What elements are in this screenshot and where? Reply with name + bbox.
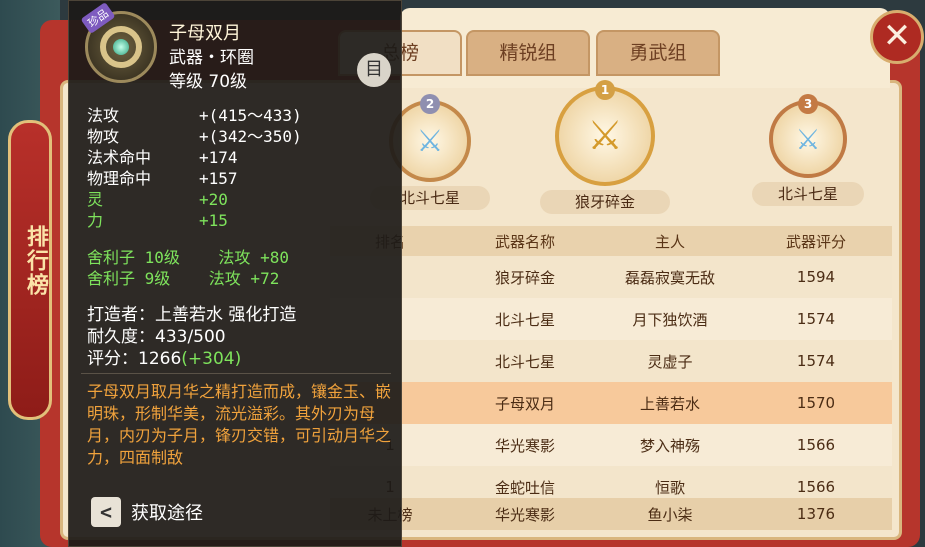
row-owner: 鱼小柒 [647,505,693,524]
gem-line: 舍利子 9级 法攻 +72 [87,269,280,288]
header-weapon: 武器名称 [494,232,555,251]
gem-line: 舍利子 10级 法攻 +80 [87,248,289,267]
stat-label: 法术命中 [87,148,152,167]
row-weapon: 子母双月 [494,394,555,413]
get-source-button[interactable]: < 获取途径 [91,497,203,527]
stat-line: 法术命中 +174 [87,147,302,168]
row-owner: 月下独饮酒 [632,310,708,329]
stat-label: 法攻 [87,106,120,125]
row-owner: 灵虚子 [647,352,693,371]
row-score: 1574 [796,352,836,370]
row-weapon: 华光寒影 [494,505,555,524]
tab-brave[interactable]: 勇武组 [596,30,720,76]
score-label: 评分：1266 [87,349,182,369]
side-title: 排行榜 [23,225,48,297]
header-owner: 主人 [654,232,685,251]
table-row-selected[interactable]: 子母双月 上善若水 1570 [330,382,892,424]
gem-icon [113,39,129,55]
get-source-label: 获取途径 [131,503,203,524]
ranking-table: 排名 武器名称 主人 武器评分 狼牙碎金 磊磊寂寞无敌 1594 北斗七星 月下… [330,226,892,536]
rank-badge: 3 [798,94,818,114]
item-name: 子母双月 [169,23,241,44]
table-row[interactable]: 北斗七星 月下独饮酒 1574 [330,298,892,340]
stat-value: +174 [199,148,238,167]
header-score: 武器评分 [785,232,846,251]
row-owner: 上善若水 [639,394,700,413]
rank-badge: 1 [595,80,615,100]
stat-line: 物理命中 +157 [87,168,302,189]
stat-value: +20 [199,190,228,209]
item-tooltip: 珍品 子母双月 武器・环圈 等级 70级 目 法攻 +(415～433) 物攻 … [68,0,402,547]
row-score: 1574 [796,310,836,328]
crafter: 打造者：上善若水 强化打造 [87,305,297,325]
sword-icon: ⚔ [795,122,821,156]
item-level: 等级 70级 [169,72,248,92]
stat-value: +(342～350) [199,127,302,146]
self-rank-row[interactable]: 未上榜 华光寒影 鱼小柒 1376 [330,498,892,530]
stat-label: 物理命中 [87,169,152,188]
row-owner: 磊磊寂寞无敌 [624,268,715,287]
row-score: 1566 [796,436,836,454]
tab-elite[interactable]: 精锐组 [466,30,590,76]
item-description: 子母双月取月华之精打造而成，镶金玉、嵌明珠，形制华美，流光溢彩。其外刃为母月，内… [87,382,391,467]
chevron-left-icon: < [91,497,121,527]
table-header: 排名 武器名称 主人 武器评分 [330,226,892,256]
score-line: 评分：1266(+304) [87,348,296,370]
row-score: 1594 [796,268,836,286]
close-button[interactable]: ✕ [870,10,924,64]
item-type: 武器・环圈 [169,48,254,68]
podium-first[interactable]: ⚔ 1 狼牙碎金 [540,80,670,214]
podium-third[interactable]: ⚔ 3 北斗七星 [752,94,864,206]
blade-icon: ⚔ [587,113,623,159]
row-weapon: 北斗七星 [494,310,555,329]
sword-icon: ⚔ [416,123,444,159]
podium-weapon-name: 狼牙碎金 [540,190,670,214]
gem-list: 舍利子 10级 法攻 +80 舍利子 9级 法攻 +72 [87,247,289,289]
durability: 耐久度：433/500 [87,327,226,347]
stat-line: 灵 +20 [87,189,302,210]
stat-value: +157 [199,169,238,188]
stat-list: 法攻 +(415～433) 物攻 +(342～350) 法术命中 +174 物理… [87,105,302,231]
craft-info: 打造者：上善若水 强化打造 耐久度：433/500 评分：1266(+304) [87,304,296,370]
score-bonus: (+304) [181,349,242,369]
stat-label: 物攻 [87,127,120,146]
divider [81,373,391,374]
stat-label: 力 [87,211,104,230]
row-score: 1570 [796,394,836,412]
row-owner: 梦入神殇 [639,436,700,455]
weapon-medal-icon: ⚔ [555,86,655,186]
table-row[interactable]: 1 华光寒影 梦入神殇 1566 [330,424,892,466]
rank-badge: 2 [420,94,440,114]
stat-line: 法攻 +(415～433) [87,105,302,126]
stat-label: 灵 [87,190,104,209]
table-row[interactable]: 狼牙碎金 磊磊寂寞无敌 1594 [330,256,892,298]
table-row[interactable]: 北斗七星 灵虚子 1574 [330,340,892,382]
row-weapon: 北斗七星 [494,352,555,371]
stat-line: 物攻 +(342～350) [87,126,302,147]
row-weapon: 华光寒影 [494,436,555,455]
stat-value: +15 [199,211,228,230]
stat-value: +(415～433) [199,106,302,125]
details-icon[interactable]: 目 [357,53,391,87]
stat-line: 力 +15 [87,210,302,231]
row-score: 1376 [796,505,836,523]
row-weapon: 狼牙碎金 [494,268,555,287]
podium-weapon-name: 北斗七星 [752,182,864,206]
